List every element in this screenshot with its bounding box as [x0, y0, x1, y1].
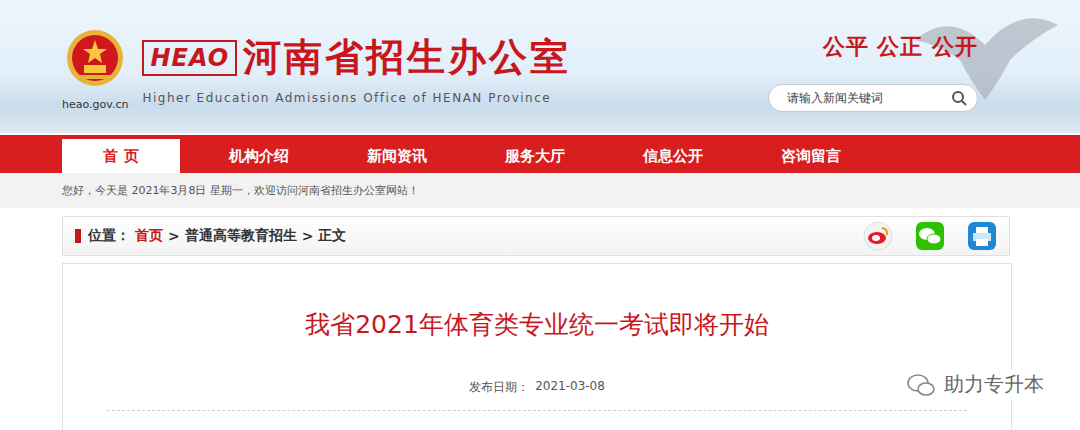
weibo-icon[interactable] [863, 221, 893, 251]
breadcrumb-bar: 位置：首页>普通高等教育招生>正文 [62, 216, 1010, 256]
main-nav: 首 页机构介绍新闻资讯服务大厅信息公开咨询留言 [0, 135, 1080, 173]
title-block: HEAO河南省招生办公室 Higher Education Admissions … [142, 28, 571, 105]
date-label: 发布日期： [469, 379, 529, 396]
nav-item[interactable]: 机构介绍 [200, 139, 318, 173]
nav-item[interactable]: 信息公开 [614, 139, 732, 173]
nav-item[interactable]: 新闻资讯 [338, 139, 456, 173]
watermark-text: 助力专升本 [944, 371, 1044, 398]
nav-item[interactable]: 咨询留言 [752, 139, 870, 173]
breadcrumb-label: 位置： [88, 227, 130, 245]
search-box[interactable] [768, 84, 978, 112]
breadcrumb-separator: > [168, 228, 180, 244]
site-title: 河南省招生办公室 [243, 32, 571, 83]
article-panel: 我省2021年体育类专业统一考试即将开始发布日期： 2021-03-08 [62, 263, 1012, 430]
slogan: 公平 公正 公开 [823, 32, 978, 62]
breadcrumb: 位置：首页>普通高等教育招生>正文 [75, 227, 346, 245]
breadcrumb-item[interactable]: 首页 [135, 227, 163, 245]
site-header: heao.gov.cn HEAO河南省招生办公室 Higher Education … [0, 0, 1080, 135]
emblem-block: heao.gov.cn [62, 28, 128, 111]
page: heao.gov.cn HEAO河南省招生办公室 Higher Education … [0, 0, 1080, 430]
site-subtitle: Higher Education Admissions Office of HE… [142, 91, 571, 105]
watermark: 助力专升本 [902, 369, 1048, 400]
nav-item[interactable]: 首 页 [62, 139, 180, 173]
breadcrumb-separator: > [302, 228, 314, 244]
date-value: 2021-03-08 [535, 379, 605, 396]
publish-date: 发布日期： 2021-03-08 [469, 379, 605, 396]
print-icon[interactable] [967, 221, 997, 251]
breadcrumb-item[interactable]: 普通高等教育招生 [185, 227, 297, 245]
divider [107, 410, 967, 411]
brand[interactable]: heao.gov.cn HEAO河南省招生办公室 Higher Education … [0, 0, 571, 111]
location-icon [75, 229, 81, 243]
article-title: 我省2021年体育类专业统一考试即将开始 [305, 308, 769, 341]
search-icon[interactable] [951, 90, 967, 106]
wechat-outline-icon [906, 372, 936, 398]
site-domain: heao.gov.cn [62, 98, 128, 111]
logo-mark: HEAO [142, 40, 237, 76]
breadcrumb-item[interactable]: 正文 [318, 227, 346, 245]
share-buttons [863, 221, 997, 251]
header-right: 公平 公正 公开 [768, 0, 1080, 112]
nav-item[interactable]: 服务大厅 [476, 139, 594, 173]
national-emblem-icon [65, 28, 125, 88]
greeting-text: 您好，今天是 2021年3月8日 星期一，欢迎访问河南省招生办公室网站！ [62, 183, 419, 198]
greeting-bar: 您好，今天是 2021年3月8日 星期一，欢迎访问河南省招生办公室网站！ [0, 173, 1080, 208]
wechat-icon[interactable] [915, 221, 945, 251]
search-input[interactable] [785, 90, 951, 106]
